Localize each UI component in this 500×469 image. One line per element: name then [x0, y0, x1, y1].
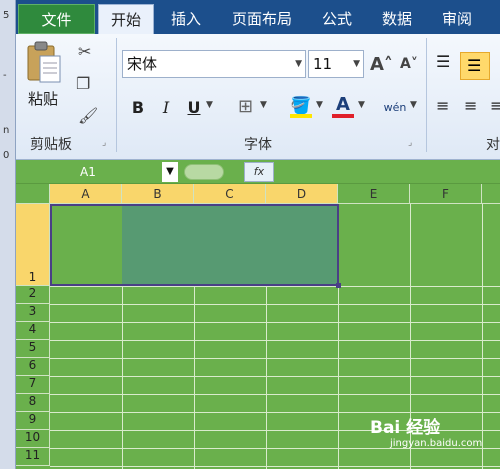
column-header[interactable]: F [410, 184, 482, 204]
format-painter-icon[interactable]: 🖌 [78, 106, 98, 125]
tab-page-layout[interactable]: 页面布局 [224, 4, 300, 34]
tab-data[interactable]: 数据 [374, 4, 420, 34]
chevron-down-icon[interactable]: ▼ [353, 51, 360, 77]
column-header[interactable]: D [266, 184, 338, 204]
font-dialog-launcher-icon[interactable]: ⌟ [408, 138, 412, 148]
ribbon-tab-bar: 文件 开始 插入 页面布局 公式 数据 审阅 [16, 0, 500, 35]
row-header[interactable]: 6 [16, 358, 50, 376]
fill-color-swatch [290, 114, 312, 118]
tab-home[interactable]: 开始 [98, 4, 154, 35]
selection-border[interactable] [50, 204, 339, 286]
italic-button[interactable]: I [156, 96, 176, 120]
tab-insert[interactable]: 插入 [164, 4, 208, 34]
font-size-value: 11 [313, 55, 333, 73]
chevron-down-icon[interactable]: ▼ [260, 100, 267, 110]
copy-icon[interactable]: ❐ [76, 74, 90, 93]
group-separator [116, 38, 117, 152]
insert-function-button[interactable]: fx [244, 162, 274, 182]
column-header[interactable]: A [50, 184, 122, 204]
column-header[interactable] [482, 184, 500, 204]
formula-bar-handle[interactable] [184, 164, 224, 180]
phonetic-guide-button[interactable]: wén [380, 96, 410, 120]
group-separator [426, 38, 427, 152]
grid-line [50, 340, 500, 341]
chevron-down-icon[interactable]: ▼ [162, 162, 178, 182]
font-name-value: 宋体 [127, 55, 158, 73]
ribbon-home: 粘贴 ✂ ❐ 🖌 剪贴板 ⌟ 宋体 ▼ 11 ▼ A˄ A˅ B I U ▼ ⊞… [16, 34, 500, 160]
column-header[interactable]: B [122, 184, 194, 204]
row-header[interactable]: 9 [16, 412, 50, 430]
font-color-icon[interactable]: A [336, 94, 350, 115]
watermark-text: Bai 经验 [370, 418, 441, 438]
watermark-url: jingyan.baidu.com [390, 438, 483, 449]
alignment-group-label: 对 [486, 137, 500, 153]
grid-line [50, 466, 500, 467]
grid-line [50, 304, 500, 305]
row-header[interactable]: 10 [16, 430, 50, 448]
align-left-icon[interactable]: ≡ [436, 96, 449, 115]
border-icon[interactable]: ⊞ [238, 96, 253, 117]
fill-color-icon[interactable]: 🪣 [290, 96, 311, 116]
column-header[interactable]: E [338, 184, 410, 204]
grow-font-icon[interactable]: A˄ [370, 54, 393, 75]
cut-icon[interactable]: ✂ [78, 42, 91, 61]
select-all-corner[interactable] [16, 184, 50, 204]
row-header[interactable]: 11 [16, 448, 50, 466]
align-top-icon[interactable]: ☰ [436, 52, 450, 71]
row-header[interactable]: 4 [16, 322, 50, 340]
chevron-down-icon[interactable]: ▼ [410, 100, 417, 110]
font-color-swatch [332, 114, 354, 118]
row-header[interactable]: 8 [16, 394, 50, 412]
shrink-font-icon[interactable]: A˅ [400, 56, 418, 72]
font-size-combo[interactable]: 11 ▼ [308, 50, 364, 78]
font-group-label: 字体 [244, 137, 272, 153]
fill-handle[interactable] [336, 283, 341, 288]
tab-formulas[interactable]: 公式 [314, 4, 360, 34]
formula-bar: A1 ▼ fx [16, 160, 500, 184]
baidu-watermark: Bai 经验 jingyan.baidu.com [370, 413, 482, 449]
row-header[interactable]: 5 [16, 340, 50, 358]
grid-line [50, 358, 500, 359]
tab-review[interactable]: 审阅 [434, 4, 480, 34]
chevron-down-icon[interactable]: ▼ [316, 100, 323, 110]
column-header[interactable]: C [194, 184, 266, 204]
align-right-icon[interactable]: ≡ [490, 96, 500, 115]
tab-file[interactable]: 文件 [18, 4, 95, 34]
clipboard-dialog-launcher-icon[interactable]: ⌟ [102, 138, 106, 148]
font-name-combo[interactable]: 宋体 ▼ [122, 50, 306, 78]
paste-icon[interactable] [26, 40, 62, 84]
chevron-down-icon[interactable]: ▼ [206, 100, 213, 110]
clipboard-group-label: 剪贴板 [30, 137, 72, 153]
row-header[interactable]: 3 [16, 304, 50, 322]
grid-line [50, 376, 500, 377]
grid-line [50, 394, 500, 395]
chevron-down-icon[interactable]: ▼ [358, 100, 365, 110]
paste-button[interactable]: 粘贴 [28, 88, 58, 109]
align-middle-icon: ☰ [467, 56, 482, 75]
underline-button[interactable]: U [184, 96, 204, 120]
chevron-down-icon[interactable]: ▼ [295, 51, 302, 77]
align-middle-button[interactable]: ☰ [460, 52, 490, 80]
row-header[interactable]: 7 [16, 376, 50, 394]
row-header[interactable]: 1 [16, 204, 50, 286]
left-window-edge: 5 - n 0 [0, 0, 16, 469]
row-header[interactable]: 2 [16, 286, 50, 304]
align-center-icon[interactable]: ≡ [464, 96, 477, 115]
name-box[interactable]: A1 [16, 162, 176, 182]
grid-line [50, 286, 500, 287]
bold-button[interactable]: B [128, 96, 148, 120]
grid-line [50, 322, 500, 323]
